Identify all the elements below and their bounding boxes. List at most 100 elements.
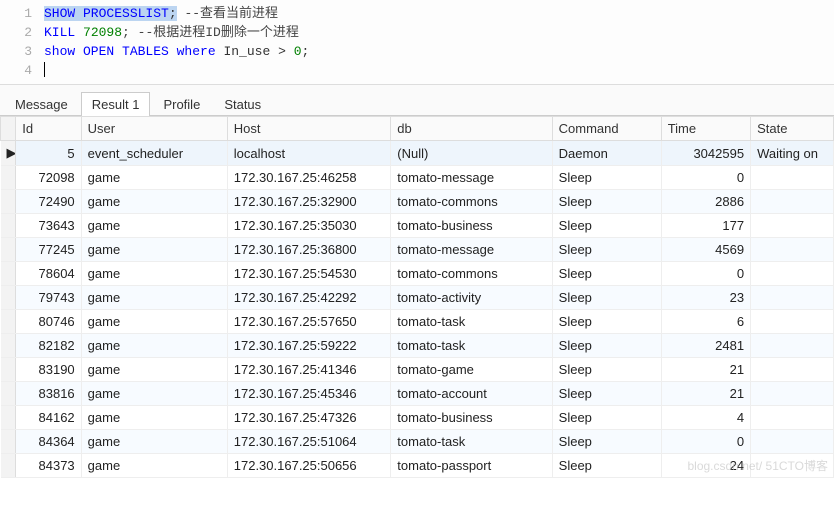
cell-time[interactable]: 177 [661, 214, 750, 238]
sql-editor[interactable]: 1SHOW PROCESSLIST; --查看当前进程2KILL 72098; … [0, 0, 834, 85]
editor-line[interactable]: 1SHOW PROCESSLIST; --查看当前进程 [0, 4, 834, 23]
cell-user[interactable]: game [81, 454, 227, 478]
tab-status[interactable]: Status [213, 92, 272, 116]
table-row[interactable]: 73643game172.30.167.25:35030tomato-busin… [1, 214, 834, 238]
result-grid[interactable]: IdUserHostdbCommandTimeState ▶5event_sch… [0, 116, 834, 478]
column-header-host[interactable]: Host [227, 117, 391, 141]
cell-command[interactable]: Sleep [552, 286, 661, 310]
cell-db[interactable]: tomato-business [391, 214, 552, 238]
table-row[interactable]: 83190game172.30.167.25:41346tomato-gameS… [1, 358, 834, 382]
cell-id[interactable]: 83816 [16, 382, 81, 406]
cell-db[interactable]: tomato-game [391, 358, 552, 382]
cell-host[interactable]: 172.30.167.25:45346 [227, 382, 391, 406]
cell-db[interactable]: tomato-task [391, 430, 552, 454]
cell-id[interactable]: 84162 [16, 406, 81, 430]
cell-user[interactable]: game [81, 406, 227, 430]
cell-host[interactable]: 172.30.167.25:41346 [227, 358, 391, 382]
cell-host[interactable]: 172.30.167.25:50656 [227, 454, 391, 478]
column-header-state[interactable]: State [751, 117, 834, 141]
cell-command[interactable]: Sleep [552, 262, 661, 286]
cell-host[interactable]: 172.30.167.25:35030 [227, 214, 391, 238]
cell-time[interactable]: 4569 [661, 238, 750, 262]
cell-db[interactable]: tomato-message [391, 238, 552, 262]
cell-time[interactable]: 0 [661, 262, 750, 286]
table-row[interactable]: 78604game172.30.167.25:54530tomato-commo… [1, 262, 834, 286]
cell-command[interactable]: Sleep [552, 358, 661, 382]
cell-user[interactable]: game [81, 334, 227, 358]
cell-id[interactable]: 83190 [16, 358, 81, 382]
cell-id[interactable]: 5 [16, 141, 81, 166]
cell-user[interactable]: game [81, 430, 227, 454]
cell-db[interactable]: (Null) [391, 141, 552, 166]
cell-id[interactable]: 84373 [16, 454, 81, 478]
table-row[interactable]: 80746game172.30.167.25:57650tomato-taskS… [1, 310, 834, 334]
table-row[interactable]: 72098game172.30.167.25:46258tomato-messa… [1, 166, 834, 190]
cell-command[interactable]: Sleep [552, 190, 661, 214]
cell-id[interactable]: 78604 [16, 262, 81, 286]
code-content[interactable]: SHOW PROCESSLIST; --查看当前进程 [44, 4, 834, 23]
tab-message[interactable]: Message [4, 92, 79, 116]
table-row[interactable]: 79743game172.30.167.25:42292tomato-activ… [1, 286, 834, 310]
cell-state[interactable] [751, 406, 834, 430]
editor-line[interactable]: 2KILL 72098; --根据进程ID删除一个进程 [0, 23, 834, 42]
cell-user[interactable]: game [81, 214, 227, 238]
table-row[interactable]: ▶5event_schedulerlocalhost(Null)Daemon30… [1, 141, 834, 166]
tab-profile[interactable]: Profile [152, 92, 211, 116]
cell-db[interactable]: tomato-commons [391, 190, 552, 214]
editor-line[interactable]: 3show OPEN TABLES where In_use > 0; [0, 42, 834, 61]
cell-time[interactable]: 0 [661, 166, 750, 190]
cell-db[interactable]: tomato-message [391, 166, 552, 190]
cell-state[interactable] [751, 286, 834, 310]
cell-db[interactable]: tomato-task [391, 334, 552, 358]
cell-command[interactable]: Sleep [552, 382, 661, 406]
cell-host[interactable]: 172.30.167.25:51064 [227, 430, 391, 454]
cell-user[interactable]: game [81, 190, 227, 214]
cell-user[interactable]: game [81, 286, 227, 310]
code-content[interactable]: show OPEN TABLES where In_use > 0; [44, 42, 834, 61]
cell-command[interactable]: Daemon [552, 141, 661, 166]
cell-state[interactable] [751, 454, 834, 478]
cell-command[interactable]: Sleep [552, 454, 661, 478]
cell-host[interactable]: 172.30.167.25:47326 [227, 406, 391, 430]
table-row[interactable]: 84162game172.30.167.25:47326tomato-busin… [1, 406, 834, 430]
editor-line[interactable]: 4 [0, 61, 834, 80]
cell-time[interactable]: 4 [661, 406, 750, 430]
cell-host[interactable]: 172.30.167.25:46258 [227, 166, 391, 190]
table-row[interactable]: 84364game172.30.167.25:51064tomato-taskS… [1, 430, 834, 454]
cell-user[interactable]: game [81, 382, 227, 406]
cell-command[interactable]: Sleep [552, 166, 661, 190]
cell-id[interactable]: 79743 [16, 286, 81, 310]
cell-state[interactable] [751, 214, 834, 238]
code-content[interactable]: KILL 72098; --根据进程ID删除一个进程 [44, 23, 834, 42]
cell-user[interactable]: game [81, 262, 227, 286]
cell-id[interactable]: 77245 [16, 238, 81, 262]
code-content[interactable] [44, 61, 834, 80]
cell-time[interactable]: 0 [661, 430, 750, 454]
cell-time[interactable]: 24 [661, 454, 750, 478]
cell-state[interactable] [751, 190, 834, 214]
column-header-command[interactable]: Command [552, 117, 661, 141]
cell-db[interactable]: tomato-business [391, 406, 552, 430]
cell-user[interactable]: game [81, 310, 227, 334]
column-header-user[interactable]: User [81, 117, 227, 141]
cell-host[interactable]: 172.30.167.25:57650 [227, 310, 391, 334]
cell-time[interactable]: 3042595 [661, 141, 750, 166]
cell-time[interactable]: 21 [661, 358, 750, 382]
cell-user[interactable]: game [81, 166, 227, 190]
cell-user[interactable]: game [81, 238, 227, 262]
cell-state[interactable] [751, 238, 834, 262]
cell-time[interactable]: 2481 [661, 334, 750, 358]
cell-command[interactable]: Sleep [552, 310, 661, 334]
cell-db[interactable]: tomato-account [391, 382, 552, 406]
table-row[interactable]: 83816game172.30.167.25:45346tomato-accou… [1, 382, 834, 406]
cell-id[interactable]: 80746 [16, 310, 81, 334]
cell-time[interactable]: 21 [661, 382, 750, 406]
cell-user[interactable]: event_scheduler [81, 141, 227, 166]
cell-state[interactable] [751, 310, 834, 334]
cell-id[interactable]: 84364 [16, 430, 81, 454]
column-header-time[interactable]: Time [661, 117, 750, 141]
cell-time[interactable]: 2886 [661, 190, 750, 214]
cell-db[interactable]: tomato-passport [391, 454, 552, 478]
cell-state[interactable]: Waiting on [751, 141, 834, 166]
cell-state[interactable] [751, 334, 834, 358]
